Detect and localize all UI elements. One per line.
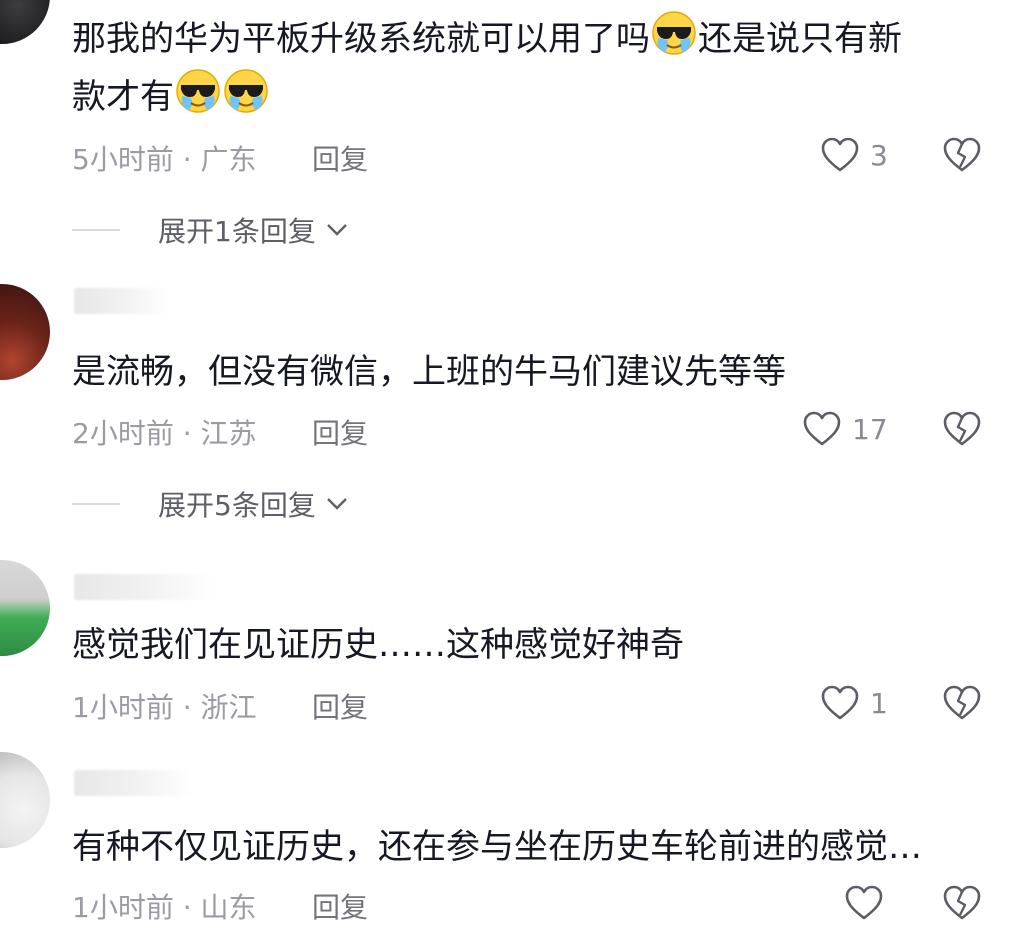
- like-count: 1: [870, 686, 888, 720]
- broken-heart-icon[interactable]: [942, 136, 982, 174]
- avatar[interactable]: [0, 560, 50, 656]
- expand-replies-button[interactable]: 展开5条回复: [72, 484, 348, 524]
- username[interactable]: [74, 288, 170, 314]
- comment-meta: 1小时前 · 山东: [72, 891, 257, 924]
- comment-text: 是流畅，但没有微信，上班的牛马们建议先等等: [72, 352, 786, 392]
- comment-text: 感觉我们在见证历史……这种感觉好神奇: [72, 625, 684, 665]
- username[interactable]: [74, 574, 214, 600]
- heart-outline-icon: [821, 685, 859, 720]
- chevron-down-icon: [326, 224, 347, 236]
- comment-meta: 5小时前 · 广东: [72, 143, 257, 176]
- broken-heart-icon[interactable]: [942, 884, 982, 922]
- heart-outline-icon: [803, 411, 841, 446]
- comment-meta: 2小时前 · 江苏: [72, 417, 257, 450]
- broken-heart-icon[interactable]: [942, 410, 982, 448]
- reply-button[interactable]: 回复: [312, 686, 368, 726]
- comment-text: 那我的华为平板升级系统就可以用了吗 还是说只有新: [72, 10, 902, 68]
- sunglasses-teary-emoji-icon: [224, 69, 268, 113]
- broken-heart-icon[interactable]: [942, 684, 982, 722]
- avatar[interactable]: [0, 752, 50, 848]
- divider: [72, 229, 120, 231]
- like-count: 3: [870, 138, 888, 172]
- comment-text-line2: 款才有: [72, 68, 270, 126]
- heart-outline-icon: [821, 137, 859, 172]
- chevron-down-icon: [326, 498, 347, 510]
- expand-replies-button[interactable]: 展开1条回复: [72, 210, 348, 250]
- like-button[interactable]: 1: [820, 684, 888, 722]
- avatar[interactable]: [0, 0, 50, 44]
- like-button[interactable]: 3: [820, 136, 888, 174]
- comment-meta: 1小时前 · 浙江: [72, 691, 257, 724]
- username[interactable]: [74, 770, 192, 796]
- avatar[interactable]: [0, 284, 50, 380]
- sunglasses-teary-emoji-icon: [652, 11, 696, 55]
- reply-button[interactable]: 回复: [312, 412, 368, 452]
- heart-outline-icon: [845, 885, 883, 920]
- reply-button[interactable]: 回复: [312, 886, 368, 926]
- like-button[interactable]: 17: [802, 410, 888, 448]
- reply-button[interactable]: 回复: [312, 138, 368, 178]
- divider: [72, 503, 120, 505]
- like-button[interactable]: [844, 884, 894, 922]
- sunglasses-teary-emoji-icon: [176, 69, 220, 113]
- comment-text: 有种不仅见证历史，还在参与坐在历史车轮前进的感觉…: [72, 827, 922, 867]
- like-count: 17: [852, 412, 888, 446]
